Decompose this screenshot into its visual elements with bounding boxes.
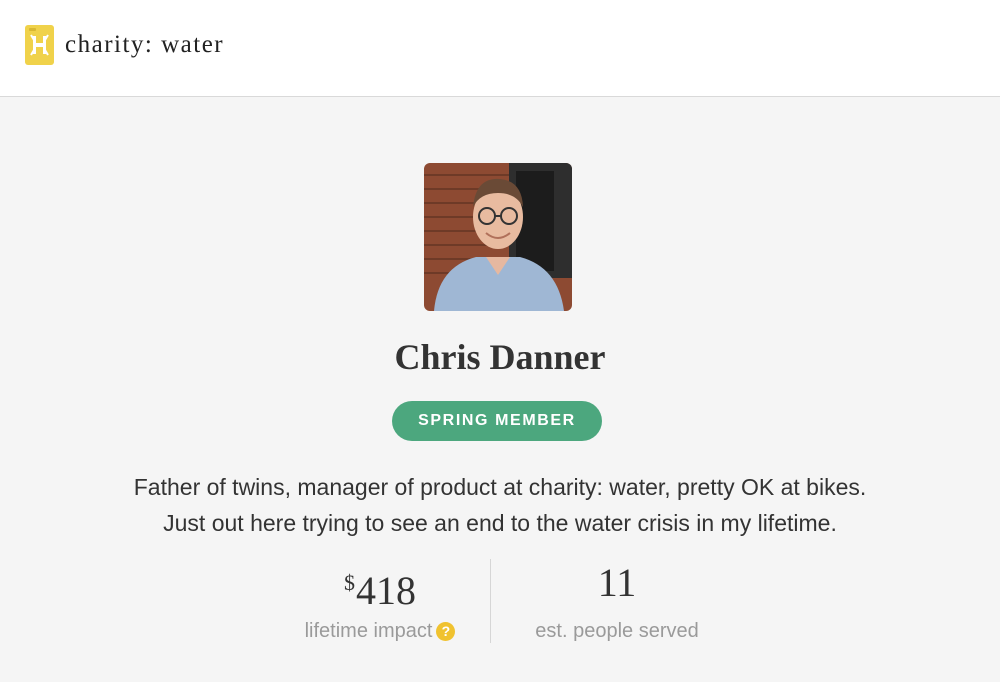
membership-badge: SPRING MEMBER bbox=[392, 401, 602, 441]
logo-text: charity: water bbox=[65, 31, 225, 58]
people-served-label: est. people served bbox=[535, 620, 699, 642]
stats-divider bbox=[490, 559, 491, 643]
profile-name: Chris Danner bbox=[394, 337, 606, 377]
charity-water-logo[interactable]: charity: water bbox=[25, 25, 224, 65]
people-served-value: 11 bbox=[597, 560, 637, 605]
site-header: charity: water bbox=[0, 0, 1000, 97]
avatar bbox=[424, 163, 572, 311]
jerry-can-icon bbox=[25, 25, 54, 65]
bio-line: Just out here trying to see an end to th… bbox=[163, 510, 837, 536]
impact-stats: $418 lifetime impact? 11 est. people ser… bbox=[0, 559, 1000, 643]
currency-symbol: $ bbox=[344, 570, 355, 595]
impact-amount: 418 bbox=[356, 568, 416, 613]
help-icon[interactable]: ? bbox=[436, 622, 456, 641]
lifetime-impact-stat: $418 lifetime impact? bbox=[270, 559, 490, 643]
profile-section: Chris Danner SPRING MEMBER Father of twi… bbox=[0, 97, 1000, 682]
people-served-stat: 11 est. people served bbox=[492, 559, 742, 643]
lifetime-impact-label: lifetime impact? bbox=[270, 619, 490, 643]
profile-bio: Father of twins, manager of product at c… bbox=[0, 469, 1000, 541]
bio-line: Father of twins, manager of product at c… bbox=[133, 474, 867, 500]
lifetime-impact-value: $418 bbox=[270, 559, 490, 613]
lifetime-impact-text: lifetime impact bbox=[304, 620, 433, 642]
